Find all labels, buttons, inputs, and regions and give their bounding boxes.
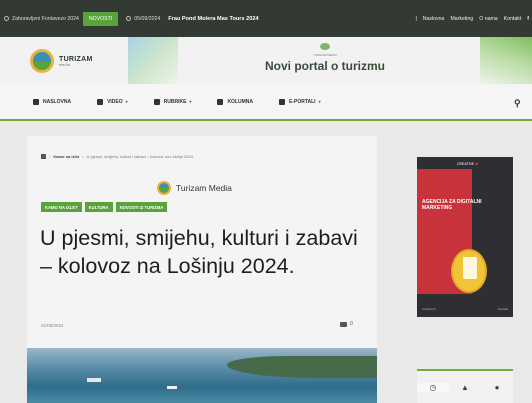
tag-kamo-na-izlet[interactable]: KAMO NA IZLET [41, 202, 82, 212]
sidebar-tabs-widget: ◷ ▲ ● [417, 369, 513, 403]
banner-small-text: TURIZAM MEDIA [313, 53, 337, 57]
tag-kultura[interactable]: KULTURA [84, 202, 113, 212]
chevron-down-icon: ▾ [318, 99, 321, 104]
logo-text: TURIZAM [59, 55, 93, 63]
facebook-icon[interactable]: f [524, 16, 532, 22]
advert-brand-mark-icon: ✱ [475, 162, 479, 166]
logo-emblem-icon [30, 49, 54, 73]
topbar-link-marketing[interactable]: Marketing [447, 16, 476, 22]
header-banner[interactable]: TURIZAM MEDIA Novi portal o turizmu [240, 43, 410, 73]
image-island [227, 356, 377, 378]
tab-recent-clock-icon[interactable]: ◷ [417, 382, 449, 392]
nav-item-rubrike[interactable]: RUBRIKE ▾ [153, 98, 192, 105]
topbar-link-kontakt[interactable]: Kontakt [501, 16, 525, 22]
news-headline-link[interactable]: Frau Pond Molera Mas Tours 2024 [164, 0, 262, 37]
nav-item-kolumna[interactable]: KOLUMNA [217, 98, 253, 105]
article-card: › Kamo na izlet › U pjesmi, smijehu, kul… [27, 136, 377, 403]
topbar-left-item[interactable]: Zaboravljeni Fontavezo 2024 [0, 0, 83, 37]
news-tag[interactable]: NOVOSTI [82, 11, 119, 26]
main-navigation: NASLOVNA VIDEO ▾ RUBRIKE ▾ KOLUMNA E-POR… [0, 84, 532, 121]
clock-icon [126, 16, 132, 21]
comment-count-label: 0 [350, 321, 353, 327]
advert-brand-text: CREATIVE [457, 162, 475, 166]
nav-label: NASLOVNA [43, 98, 72, 105]
phone-illustration-icon [451, 249, 487, 293]
nav-item-e-portali[interactable]: E-PORTALI ▾ [279, 98, 321, 105]
image-boat [167, 386, 177, 389]
topbar-links: | Naslovna Marketing O nama Kontakt f [412, 16, 532, 22]
top-news-bar: Zaboravljeni Fontavezo 2024 NOVOSTI 05/0… [0, 0, 532, 37]
nav-item-naslovna[interactable]: NASLOVNA [33, 98, 72, 105]
tab-popular-icon[interactable]: ▲ [449, 383, 481, 392]
topbar-link-o-nama[interactable]: O nama [476, 16, 500, 22]
nav-item-video[interactable]: VIDEO ▾ [97, 98, 128, 105]
tag-novosti-iz-turizma[interactable]: NOVOSTI IZ TURIZMA [115, 202, 168, 212]
article-author[interactable]: Turizam Media [157, 181, 232, 195]
news-date-label: 05/09/2024 [134, 15, 161, 22]
author-name: Turizam Media [176, 183, 232, 193]
topbar-link-naslovna[interactable]: Naslovna [420, 16, 448, 22]
sidebar-advert[interactable]: CREATIVE ✱ AGENCIJA ZA DIGITALNI MARKETI… [417, 157, 513, 317]
site-header: TURIZAM media TURIZAM MEDIA Novi portal … [0, 37, 532, 84]
advert-brand: CREATIVE ✱ [457, 162, 478, 166]
chevron-down-icon: ▾ [125, 99, 128, 104]
pin-icon [153, 98, 160, 105]
article-headline: U pjesmi, smijehu, kulturi i zabavi – ko… [40, 226, 358, 278]
home-icon[interactable] [41, 154, 46, 159]
advert-footer-right: Kontakt [497, 307, 508, 311]
palm-decoration-right [480, 37, 532, 84]
breadcrumb-section[interactable]: Kamo na izlet [53, 154, 79, 159]
logo-subtext: media [59, 62, 71, 67]
breadcrumb-current: U pjesmi, smijehu, kulturi i zabavi – ko… [86, 154, 195, 159]
topbar-left-label: Zaboravljeni Fontavezo 2024 [12, 15, 79, 22]
clock-icon [4, 16, 9, 21]
author-avatar [157, 181, 171, 195]
banner-logo-icon [320, 43, 330, 50]
advert-footer: creativa.hr Kontakt [422, 307, 508, 311]
news-date: 05/09/2024 [122, 0, 164, 37]
home-icon [33, 98, 39, 105]
palm-decoration-left [128, 37, 178, 84]
banner-title: Novi portal o turizmu [265, 59, 385, 73]
pen-icon [217, 98, 224, 105]
nav-label: E-PORTALI [289, 98, 316, 105]
breadcrumb: › Kamo na izlet › U pjesmi, smijehu, kul… [41, 154, 194, 159]
advert-footer-left: creativa.hr [422, 307, 437, 311]
image-boat [87, 378, 101, 382]
site-logo[interactable]: TURIZAM media [30, 49, 93, 73]
chevron-down-icon: ▾ [189, 99, 192, 104]
grid-icon [279, 98, 285, 105]
nav-label: VIDEO [107, 98, 123, 105]
comment-count[interactable]: 0 [340, 321, 353, 327]
tab-comments-icon[interactable]: ● [481, 383, 513, 392]
nav-label: RUBRIKE [163, 98, 187, 105]
search-icon[interactable]: ⚲ [514, 98, 521, 109]
nav-label: KOLUMNA [227, 98, 253, 105]
comment-icon [340, 321, 347, 327]
article-tags: KAMO NA IZLET KULTURA NOVOSTI IZ TURIZMA [41, 202, 170, 212]
video-icon [97, 98, 104, 105]
advert-text: AGENCIJA ZA DIGITALNI MARKETING [422, 199, 482, 212]
article-date: 01/08/2024 [41, 323, 64, 328]
article-featured-image [27, 348, 377, 403]
